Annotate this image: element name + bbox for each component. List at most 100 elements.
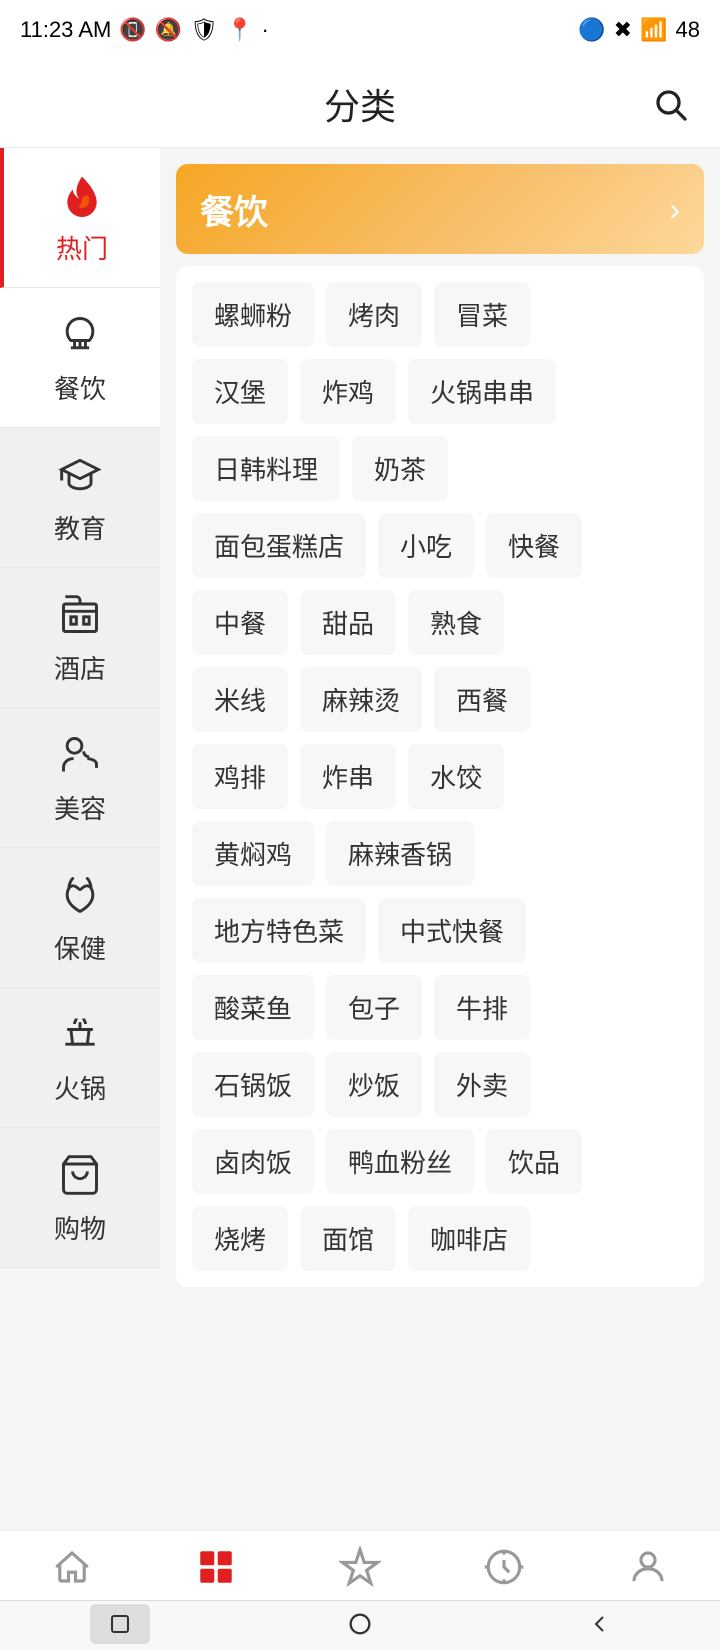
category-banner-arrow: › bbox=[669, 191, 680, 228]
health-icon bbox=[54, 869, 106, 921]
wifi-icon: 📶 bbox=[640, 17, 667, 43]
tag-item[interactable]: 中餐 bbox=[192, 590, 288, 655]
tag-row-9: 酸菜鱼包子牛排 bbox=[192, 975, 688, 1040]
tag-item[interactable]: 日韩料理 bbox=[192, 436, 340, 501]
tag-item[interactable]: 面馆 bbox=[300, 1206, 396, 1271]
sidebar-item-food[interactable]: 餐饮 bbox=[0, 288, 160, 428]
status-right: 🔵 ✖ 📶 48 bbox=[578, 17, 700, 43]
tag-row-0: 螺蛳粉烤肉冒菜 bbox=[192, 282, 688, 347]
tag-item[interactable]: 甜品 bbox=[300, 590, 396, 655]
sidebar-label-health: 保健 bbox=[54, 929, 106, 966]
sidebar-item-hot[interactable]: 热门 bbox=[0, 148, 160, 288]
ranking-icon bbox=[336, 1543, 384, 1591]
bag-icon bbox=[54, 1149, 106, 1201]
tag-item[interactable]: 麻辣烫 bbox=[300, 667, 422, 732]
tag-item[interactable]: 地方特色菜 bbox=[192, 898, 366, 963]
tag-item[interactable]: 熟食 bbox=[408, 590, 504, 655]
tag-row-1: 汉堡炸鸡火锅串串 bbox=[192, 359, 688, 424]
tag-item[interactable]: 螺蛳粉 bbox=[192, 282, 314, 347]
system-home-btn[interactable] bbox=[330, 1604, 390, 1644]
tag-row-8: 地方特色菜中式快餐 bbox=[192, 898, 688, 963]
page-title: 分类 bbox=[324, 78, 396, 130]
home-icon bbox=[48, 1543, 96, 1591]
battery-display: 48 bbox=[676, 17, 700, 43]
tag-row-2: 日韩料理奶茶 bbox=[192, 436, 688, 501]
tag-item[interactable]: 烧烤 bbox=[192, 1206, 288, 1271]
tag-row-12: 烧烤面馆咖啡店 bbox=[192, 1206, 688, 1271]
sidebar-item-edu[interactable]: 教育 bbox=[0, 428, 160, 568]
tag-item[interactable]: 冒菜 bbox=[434, 282, 530, 347]
tag-item[interactable]: 酸菜鱼 bbox=[192, 975, 314, 1040]
all-content: 餐饮 › 螺蛳粉烤肉冒菜汉堡炸鸡火锅串串日韩料理奶茶面包蛋糕店小吃快餐中餐甜品熟… bbox=[160, 164, 720, 1479]
tag-item[interactable]: 奶茶 bbox=[352, 436, 448, 501]
sidebar-label-food: 餐饮 bbox=[54, 369, 106, 406]
tag-item[interactable]: 中式快餐 bbox=[378, 898, 526, 963]
tag-item[interactable]: 鸭血粉丝 bbox=[326, 1129, 474, 1194]
tag-item[interactable]: 牛排 bbox=[434, 975, 530, 1040]
main-container: 热门 餐饮 教育 bbox=[0, 148, 720, 1598]
hotel-icon bbox=[54, 589, 106, 641]
tag-item[interactable]: 火锅串串 bbox=[408, 359, 556, 424]
fire-icon bbox=[56, 169, 108, 221]
system-back-btn[interactable] bbox=[90, 1604, 150, 1644]
tag-item[interactable]: 外卖 bbox=[434, 1052, 530, 1117]
tag-item[interactable]: 西餐 bbox=[434, 667, 530, 732]
sidebar-item-hotpot[interactable]: 火锅 bbox=[0, 988, 160, 1128]
tag-item[interactable]: 面包蛋糕店 bbox=[192, 513, 366, 578]
sidebar: 热门 餐饮 教育 bbox=[0, 148, 160, 1598]
tag-item[interactable]: 炒饭 bbox=[326, 1052, 422, 1117]
sidebar-label-beauty: 美容 bbox=[54, 789, 106, 826]
tag-item[interactable]: 黄焖鸡 bbox=[192, 821, 314, 886]
tag-item[interactable]: 汉堡 bbox=[192, 359, 288, 424]
location-icon: 📍 bbox=[226, 17, 253, 43]
search-button[interactable] bbox=[648, 82, 692, 126]
tag-section: 螺蛳粉烤肉冒菜汉堡炸鸡火锅串串日韩料理奶茶面包蛋糕店小吃快餐中餐甜品熟食米线麻辣… bbox=[176, 266, 704, 1287]
sidebar-label-hot: 热门 bbox=[56, 229, 108, 266]
bluetooth-icon: 🔵 bbox=[578, 17, 605, 43]
beauty-icon bbox=[54, 729, 106, 781]
tag-item[interactable]: 咖啡店 bbox=[408, 1206, 530, 1271]
tag-row-7: 黄焖鸡麻辣香锅 bbox=[192, 821, 688, 886]
notifications-icon: 🔕 bbox=[155, 17, 182, 43]
headlines-icon bbox=[480, 1543, 528, 1591]
tag-row-6: 鸡排炸串水饺 bbox=[192, 744, 688, 809]
tag-row-10: 石锅饭炒饭外卖 bbox=[192, 1052, 688, 1117]
sidebar-item-beauty[interactable]: 美容 bbox=[0, 708, 160, 848]
tag-item[interactable]: 卤肉饭 bbox=[192, 1129, 314, 1194]
sidebar-item-health[interactable]: 保健 bbox=[0, 848, 160, 988]
sidebar-item-shopping[interactable]: 购物 bbox=[0, 1128, 160, 1268]
tag-item[interactable]: 米线 bbox=[192, 667, 288, 732]
system-recents-btn[interactable] bbox=[570, 1604, 630, 1644]
shield-icon: 🛡 bbox=[190, 17, 218, 43]
tag-item[interactable]: 鸡排 bbox=[192, 744, 288, 809]
sidebar-label-hotel: 酒店 bbox=[54, 649, 106, 686]
tag-item[interactable]: 炸鸡 bbox=[300, 359, 396, 424]
tag-row-5: 米线麻辣烫西餐 bbox=[192, 667, 688, 732]
tag-row-11: 卤肉饭鸭血粉丝饮品 bbox=[192, 1129, 688, 1194]
food-icon bbox=[54, 309, 106, 361]
edu-icon bbox=[54, 449, 106, 501]
tag-item[interactable]: 石锅饭 bbox=[192, 1052, 314, 1117]
tag-row-4: 中餐甜品熟食 bbox=[192, 590, 688, 655]
category-banner-text: 餐饮 bbox=[200, 185, 268, 234]
tag-item[interactable]: 饮品 bbox=[486, 1129, 582, 1194]
dot-icon: · bbox=[261, 17, 268, 43]
tag-item[interactable]: 水饺 bbox=[408, 744, 504, 809]
tag-item[interactable]: 烤肉 bbox=[326, 282, 422, 347]
sidebar-label-edu: 教育 bbox=[54, 509, 106, 546]
mine-icon bbox=[624, 1543, 672, 1591]
hotpot-icon bbox=[54, 1009, 106, 1061]
sidebar-item-hotel[interactable]: 酒店 bbox=[0, 568, 160, 708]
status-bar: 11:23 AM 📵 🔕 🛡 📍 · 🔵 ✖ 📶 48 bbox=[0, 0, 720, 60]
sidebar-label-hotpot: 火锅 bbox=[54, 1069, 106, 1106]
tag-item[interactable]: 快餐 bbox=[486, 513, 582, 578]
category-banner[interactable]: 餐饮 › bbox=[176, 164, 704, 254]
tag-item[interactable]: 小吃 bbox=[378, 513, 474, 578]
tag-item[interactable]: 炸串 bbox=[300, 744, 396, 809]
tag-item[interactable]: 包子 bbox=[326, 975, 422, 1040]
sidebar-label-shopping: 购物 bbox=[54, 1209, 106, 1246]
content-area: 餐饮 › 螺蛳粉烤肉冒菜汉堡炸鸡火锅串串日韩料理奶茶面包蛋糕店小吃快餐中餐甜品熟… bbox=[160, 148, 720, 1598]
tag-item[interactable]: 麻辣香锅 bbox=[326, 821, 474, 886]
time-display: 11:23 AM bbox=[20, 17, 111, 43]
tag-row-3: 面包蛋糕店小吃快餐 bbox=[192, 513, 688, 578]
